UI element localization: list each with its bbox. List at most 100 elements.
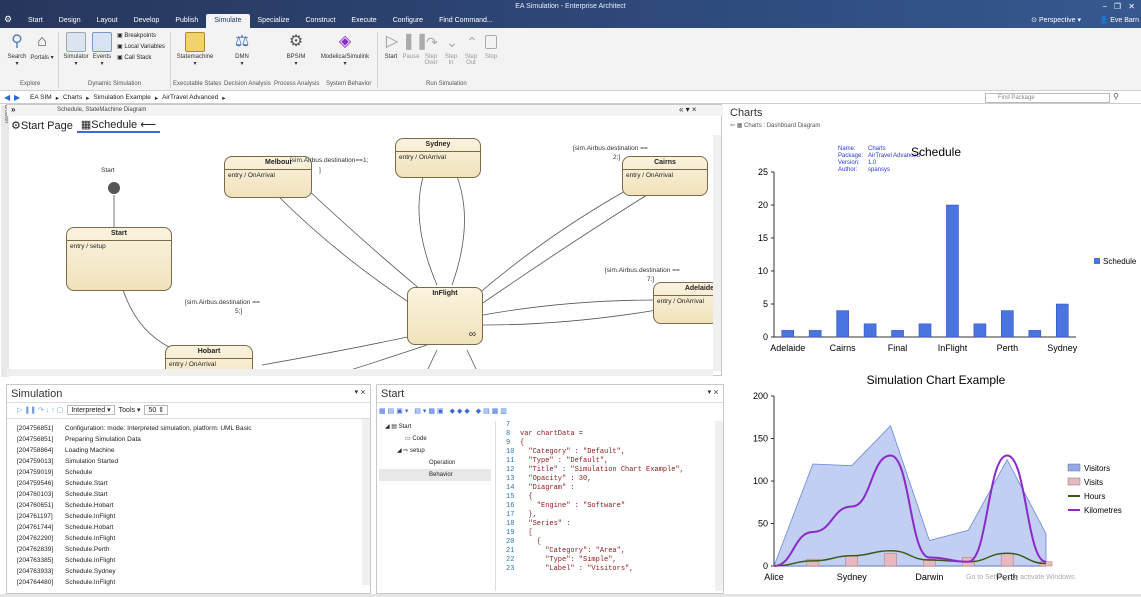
step-over-button[interactable]: ↷ Step Over xyxy=(422,32,440,66)
breadcrumb-item[interactable]: Charts xyxy=(63,94,82,102)
speed-input[interactable]: 50 ⇕ xyxy=(144,405,169,415)
portals-button[interactable]: ⌂ Portals ▾ xyxy=(30,32,54,61)
code-scrollbar[interactable] xyxy=(715,421,723,591)
statemachine-button[interactable]: Statemachine ▾ xyxy=(174,32,216,67)
panel-controls-icon[interactable]: ▾ ⨯ xyxy=(708,388,719,396)
expand-icon[interactable]: » xyxy=(11,105,15,114)
menu-tab[interactable]: Publish xyxy=(167,14,206,28)
log-entry: [204762290] Schedule.InFlight xyxy=(17,535,116,542)
app-menu-icon[interactable]: ⚙ xyxy=(4,14,18,28)
minimize-icon[interactable]: − xyxy=(1102,2,1107,11)
call-stack-button[interactable]: ▣ Call Stack xyxy=(117,53,165,64)
breadcrumb-item[interactable]: AirTravel Advanced xyxy=(162,94,218,102)
guard-hobart-end: 5;] xyxy=(235,308,243,315)
menu-tab[interactable]: Design xyxy=(51,14,89,28)
diagram-canvas[interactable]: Start Start entry / setup Melbour entry / … xyxy=(7,135,715,371)
code-editor[interactable]: 7 8 var chartData = 9{10 "Category" : "Defa… xyxy=(495,421,715,591)
tab-schedule[interactable]: ▦Schedule ⟵ xyxy=(76,118,160,133)
breadcrumb-separator-icon: ▸ xyxy=(55,95,59,102)
perspective-button[interactable]: ⊙ Perspective ▾ xyxy=(1031,16,1081,24)
run-start-button[interactable]: ▷ Start xyxy=(382,32,400,60)
breadcrumb-item[interactable]: Simulation Example xyxy=(93,94,150,102)
x-tick-label: Adelaide xyxy=(770,343,805,353)
activation-watermark: Go to Settings to activate Windows. xyxy=(966,574,1077,581)
submachine-icon: ∞ xyxy=(468,329,476,340)
menu-tab[interactable]: Execute xyxy=(343,14,384,28)
modelica-button[interactable]: ◈ Modelica/Simulink ▾ xyxy=(320,32,370,67)
state-adelaide[interactable]: Adelaide entry / OnArrival xyxy=(653,282,715,324)
state-inflight[interactable]: InFlight ∞ xyxy=(407,287,483,345)
legend-swatch xyxy=(1067,463,1081,472)
y-tick-label: 10 xyxy=(758,266,768,276)
chart-title: Simulation Chart Example xyxy=(867,373,1006,387)
menu-tab[interactable]: Simulate xyxy=(206,14,250,28)
code-toolbar[interactable]: ▦▤▣▾ ▤▾▦▣ ◆◆◆ ◆▤▦▥ xyxy=(379,407,719,417)
tab-start-page[interactable]: ⚙Start Page xyxy=(7,119,77,132)
tools-menu[interactable]: Tools ▾ xyxy=(119,406,141,414)
step-out-button[interactable]: ⌃ Step Out xyxy=(462,32,480,66)
run-icon[interactable]: ▷ ❚❚ ↷ ↓ ↑ ▢ xyxy=(17,406,63,414)
bar xyxy=(918,323,932,338)
guard-adelaide-end: 7;] xyxy=(647,276,655,283)
tree-item-start[interactable]: ◢ ▤ Start xyxy=(379,421,491,433)
breakpoints-button[interactable]: ▣ Breakpoints xyxy=(117,31,165,42)
simulation-log: [204756851] Configuration: mode: Interpre… xyxy=(7,418,370,586)
menu-tab[interactable]: Start xyxy=(20,14,51,28)
simulator-button[interactable]: Simulator ▾ xyxy=(62,32,90,67)
search-button[interactable]: ⚲ Search ▾ xyxy=(6,32,28,67)
breadcrumb-separator-icon: ▸ xyxy=(222,95,226,102)
events-button[interactable]: Events ▾ xyxy=(91,32,113,67)
x-tick-label: Cairns xyxy=(830,343,857,353)
step-in-icon: ⌄ xyxy=(446,34,458,50)
vertical-scrollbar[interactable] xyxy=(713,135,721,371)
menu-tab[interactable]: Specialize xyxy=(250,14,298,28)
menu-tab[interactable]: Construct xyxy=(297,14,343,28)
breadcrumb-item[interactable]: EA SIM xyxy=(30,94,52,102)
menu-tab[interactable]: Find Command... xyxy=(431,14,501,28)
state-cairns[interactable]: Cairns entry / OnArrival xyxy=(622,156,708,196)
guard-melbourne-end: ] xyxy=(319,167,321,174)
menu-tab[interactable]: Configure xyxy=(385,14,431,28)
log-entry: [204760103] Schedule.Start xyxy=(17,491,108,498)
bar xyxy=(808,330,822,338)
panel-controls-icon[interactable]: ▾ ⨯ xyxy=(355,388,366,396)
tree-item-operation[interactable]: Operation xyxy=(379,457,491,469)
back-icon[interactable]: ◀ xyxy=(4,93,10,102)
group-dynamic: Dynamic Simulation xyxy=(88,81,142,87)
tree-item-setup[interactable]: ◢ ⇨ setup xyxy=(379,445,491,457)
close-window-icon[interactable]: ✕ xyxy=(1128,2,1135,11)
bpsim-icon: ⚙ xyxy=(288,33,304,50)
state-hobart[interactable]: Hobart entry / OnArrival xyxy=(165,345,253,371)
menu-tab[interactable]: Develop xyxy=(126,14,168,28)
forward-icon[interactable]: ▶ xyxy=(14,93,20,102)
stop-button[interactable]: Stop xyxy=(482,32,500,60)
log-entry: [204762839] Schedule.Perth xyxy=(17,546,110,553)
log-entry: [204764480] Schedule.InFlight xyxy=(17,579,116,586)
modelica-icon: ◈ xyxy=(338,33,352,50)
mode-select[interactable]: Interpreted ▾ xyxy=(67,405,115,415)
code-line: 13 "Opacity" : 30, xyxy=(506,475,592,483)
dmn-button[interactable]: ⚖ DMN ▾ xyxy=(228,32,256,67)
log-scrollbar[interactable] xyxy=(362,419,370,585)
y-tick-label: 25 xyxy=(758,167,768,177)
step-in-button[interactable]: ⌄ Step In xyxy=(442,32,460,66)
user-name[interactable]: 👤 Eve Barn xyxy=(1100,16,1139,24)
tree-item-behavior[interactable]: Behavior xyxy=(379,469,491,481)
initial-node xyxy=(108,182,120,194)
bpsim-button[interactable]: ⚙ BPSIM ▾ xyxy=(282,32,310,67)
pause-button[interactable]: ❚❚ Pause xyxy=(402,32,429,60)
x-tick-label: Final xyxy=(888,343,908,353)
local-variables-button[interactable]: ▣ Local Variables xyxy=(117,42,165,53)
find-package-input[interactable]: Find Package xyxy=(985,93,1110,103)
collapse-icon[interactable]: « ▾ × xyxy=(679,105,697,114)
state-sydney[interactable]: Sydney entry / OnArrival xyxy=(395,138,481,178)
horizontal-scrollbar[interactable] xyxy=(7,369,713,376)
code-line: 9{ xyxy=(506,439,525,447)
search-icon[interactable]: ⚲ xyxy=(1113,92,1119,101)
state-start[interactable]: Start entry / setup xyxy=(66,227,172,291)
menu-tab[interactable]: Layout xyxy=(89,14,126,28)
tree-item-code[interactable]: ▭ Code xyxy=(379,433,491,445)
restore-icon[interactable]: ❐ xyxy=(1114,2,1121,11)
simulation-title: Simulation xyxy=(7,385,370,403)
log-entry: [204758864] Loading Machine xyxy=(17,447,115,454)
